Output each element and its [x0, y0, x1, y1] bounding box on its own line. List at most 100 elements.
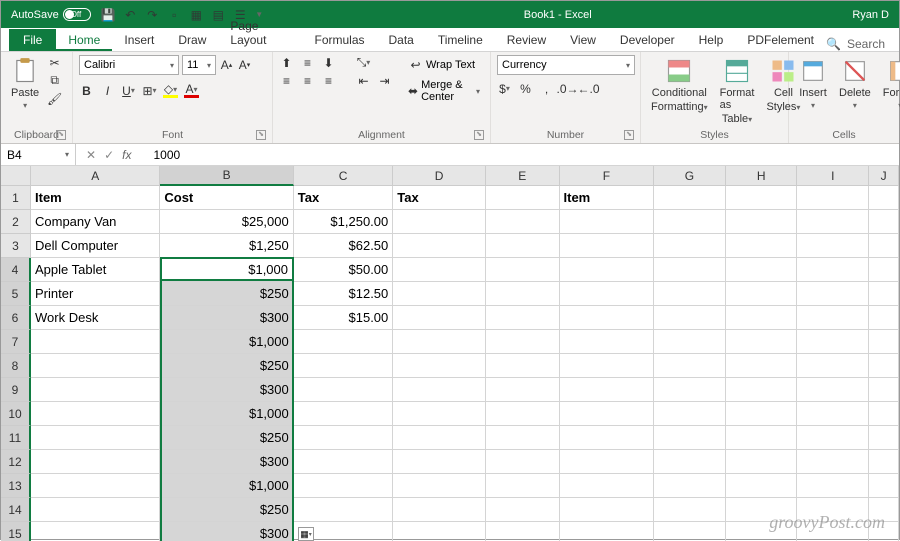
tab-review[interactable]: Review [495, 29, 558, 51]
cell[interactable] [797, 402, 869, 426]
undo-icon[interactable]: ↶ [123, 8, 137, 22]
tab-developer[interactable]: Developer [608, 29, 687, 51]
font-size-select[interactable]: 11▾ [182, 55, 216, 75]
tab-home[interactable]: Home [56, 29, 112, 51]
cell[interactable] [726, 474, 798, 498]
cell[interactable] [31, 402, 160, 426]
cell[interactable] [294, 378, 394, 402]
row-header[interactable]: 15 [1, 522, 31, 541]
row-header[interactable]: 12 [1, 450, 31, 474]
cell[interactable] [560, 330, 655, 354]
cell[interactable] [797, 282, 869, 306]
row-header[interactable]: 6 [1, 306, 31, 330]
row-header[interactable]: 9 [1, 378, 31, 402]
cell[interactable] [560, 522, 655, 541]
cell[interactable] [797, 450, 869, 474]
cell[interactable] [869, 282, 899, 306]
cell[interactable] [560, 474, 655, 498]
align-middle-icon[interactable]: ≡ [300, 55, 315, 70]
cell[interactable]: $50.00 [294, 258, 394, 282]
cell[interactable] [797, 234, 869, 258]
cell[interactable] [294, 330, 394, 354]
cell[interactable] [560, 378, 655, 402]
cell[interactable]: Item [31, 186, 160, 210]
cell[interactable] [393, 474, 486, 498]
copy-icon[interactable]: ⧉ [47, 73, 62, 88]
cell[interactable] [654, 234, 726, 258]
redo-icon[interactable]: ↷ [145, 8, 159, 22]
cell[interactable] [393, 258, 486, 282]
cell[interactable]: Printer [31, 282, 160, 306]
cell[interactable] [726, 306, 798, 330]
cell[interactable] [869, 210, 899, 234]
column-header[interactable]: C [294, 166, 394, 186]
search-box[interactable]: 🔍 Search [826, 37, 899, 51]
cell[interactable] [486, 282, 560, 306]
insert-cells-button[interactable]: Insert▾ [795, 55, 831, 112]
cell[interactable]: $1,000 [160, 330, 293, 354]
tab-data[interactable]: Data [377, 29, 426, 51]
cell[interactable] [654, 498, 726, 522]
cell[interactable] [654, 378, 726, 402]
cell[interactable] [869, 330, 899, 354]
cell[interactable]: $250 [160, 282, 293, 306]
cell[interactable]: $300 [160, 378, 293, 402]
cell[interactable] [486, 210, 560, 234]
name-box[interactable]: B4▾ [1, 144, 76, 165]
cell[interactable] [560, 498, 655, 522]
increase-decimal-icon[interactable]: .0→ [560, 81, 575, 96]
cell[interactable] [654, 402, 726, 426]
cell[interactable] [393, 450, 486, 474]
cell[interactable] [560, 426, 655, 450]
cell[interactable] [31, 330, 160, 354]
cell[interactable] [560, 450, 655, 474]
cell[interactable] [31, 378, 160, 402]
autofill-options-button[interactable]: ▦▾ [298, 527, 314, 541]
cell[interactable]: $1,000 [160, 258, 293, 282]
cell[interactable] [797, 378, 869, 402]
cell[interactable]: $1,250.00 [294, 210, 394, 234]
cell[interactable] [560, 402, 655, 426]
cell[interactable] [869, 354, 899, 378]
cell[interactable]: Item [560, 186, 655, 210]
cell[interactable] [726, 186, 798, 210]
cell[interactable] [869, 258, 899, 282]
cell[interactable] [726, 258, 798, 282]
cell[interactable]: Company Van [31, 210, 160, 234]
row-header[interactable]: 4 [1, 258, 31, 282]
cell[interactable] [726, 426, 798, 450]
cell[interactable]: Tax [393, 186, 486, 210]
cell[interactable] [797, 306, 869, 330]
italic-icon[interactable]: I [100, 83, 115, 98]
align-top-icon[interactable]: ⬆ [279, 55, 294, 70]
tab-file[interactable]: File [9, 29, 56, 51]
cell[interactable] [726, 234, 798, 258]
cell[interactable] [654, 330, 726, 354]
cell[interactable] [654, 450, 726, 474]
cell[interactable]: $250 [160, 426, 293, 450]
cell[interactable]: $300 [160, 522, 293, 541]
format-as-table-button[interactable]: Format asTable▾ [716, 55, 759, 127]
cell[interactable]: $250 [160, 354, 293, 378]
orientation-icon[interactable]: ⤡▾ [356, 55, 371, 70]
cell[interactable] [654, 522, 726, 541]
cell[interactable] [294, 450, 394, 474]
cell[interactable] [654, 186, 726, 210]
tab-insert[interactable]: Insert [112, 29, 166, 51]
column-header[interactable]: A [31, 166, 160, 186]
cell[interactable] [486, 498, 560, 522]
cell[interactable] [294, 354, 394, 378]
tab-formulas[interactable]: Formulas [302, 29, 376, 51]
accept-formula-icon[interactable]: ✓ [104, 148, 114, 162]
cell[interactable] [726, 210, 798, 234]
cell[interactable] [560, 354, 655, 378]
cell[interactable]: $1,000 [160, 402, 293, 426]
cell[interactable] [486, 450, 560, 474]
autosave-toggle[interactable]: AutoSave Off [7, 8, 95, 21]
cell[interactable] [31, 474, 160, 498]
cell[interactable] [560, 258, 655, 282]
row-header[interactable]: 3 [1, 234, 31, 258]
user-name[interactable]: Ryan D [852, 9, 893, 21]
cell[interactable] [294, 474, 394, 498]
cell[interactable] [486, 306, 560, 330]
